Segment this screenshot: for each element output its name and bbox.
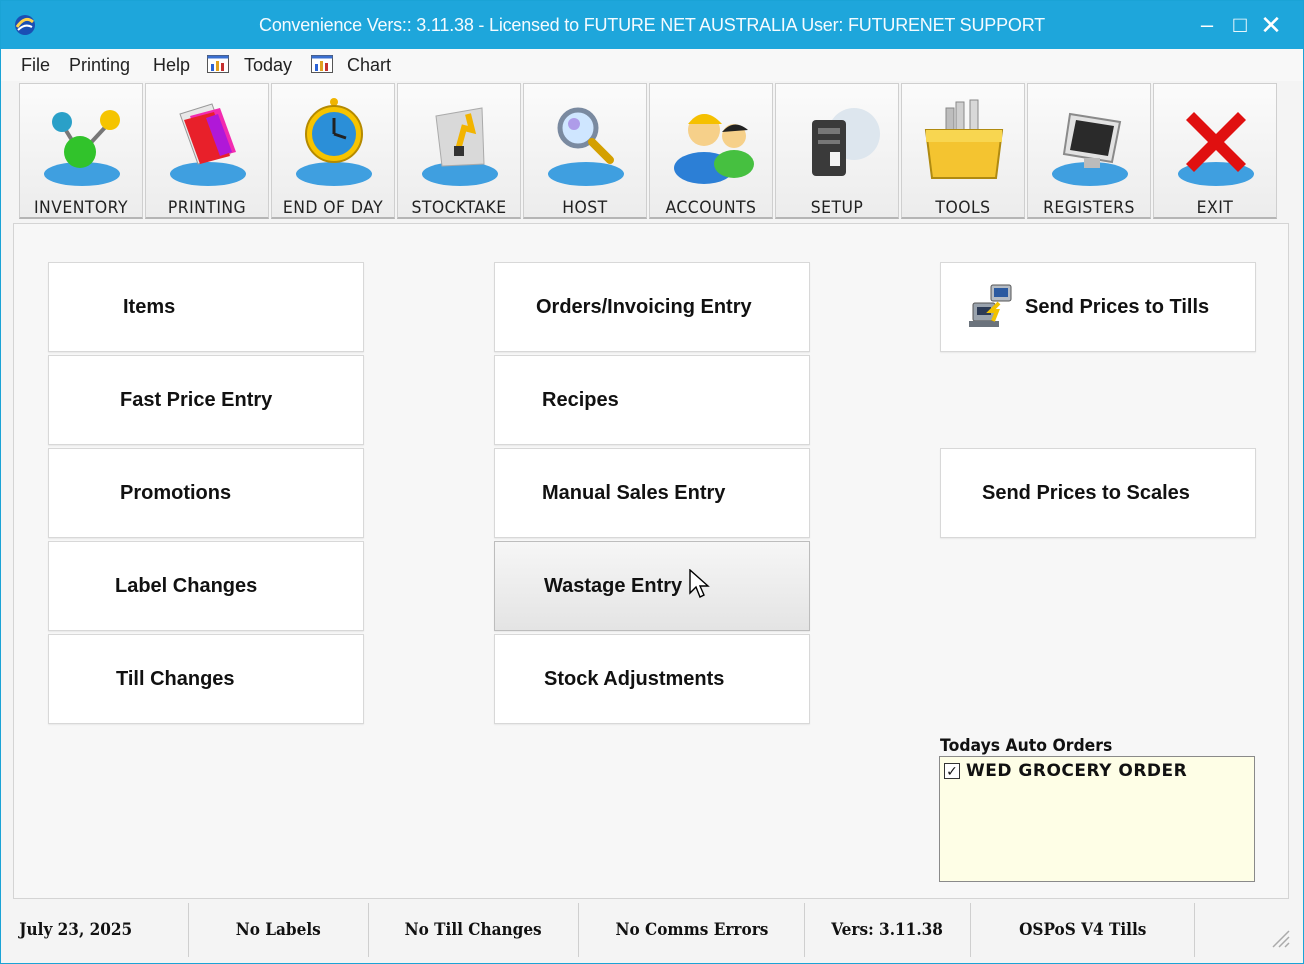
maximize-button[interactable]: □ bbox=[1226, 11, 1254, 39]
button-label: Recipes bbox=[542, 388, 619, 411]
wastage-entry-button[interactable]: Wastage Entry bbox=[494, 541, 810, 631]
button-label: Label Changes bbox=[115, 574, 258, 597]
status-date-text: July 23, 2025 bbox=[19, 920, 133, 940]
toolbar-label: EXIT bbox=[1196, 198, 1234, 218]
auto-orders-list: ✓ WED GROCERY ORDER bbox=[939, 756, 1255, 882]
send-prices-to-tills-button[interactable]: Send Prices to Tills bbox=[940, 262, 1256, 352]
menu-file[interactable]: File bbox=[21, 55, 50, 76]
menu-bar: File Printing Help Today Chart bbox=[1, 49, 1303, 81]
toolbar-label: INVENTORY bbox=[33, 198, 129, 218]
resize-grip-icon[interactable] bbox=[1267, 925, 1291, 949]
status-comms-text: No Comms Errors bbox=[615, 920, 768, 940]
main-toolbar: INVENTORY PRINTING END OF DAY STOCKTAKE … bbox=[15, 83, 1285, 221]
menu-printing[interactable]: Printing bbox=[69, 55, 130, 76]
orders-invoicing-entry-button[interactable]: Orders/Invoicing Entry bbox=[494, 262, 810, 352]
manual-sales-entry-button[interactable]: Manual Sales Entry bbox=[494, 448, 810, 538]
printing-icon bbox=[170, 103, 246, 186]
button-label: Till Changes bbox=[116, 667, 235, 690]
button-label: Send Prices to Tills bbox=[1025, 295, 1210, 318]
status-comms: No Comms Errors bbox=[579, 903, 805, 957]
status-tills: OSPoS V4 Tills bbox=[971, 903, 1195, 957]
title-bar: Convenience Vers:: 3.11.38 - Licensed to… bbox=[1, 1, 1303, 49]
button-label: Send Prices to Scales bbox=[982, 481, 1190, 504]
toolbar-label: END OF DAY bbox=[282, 198, 384, 218]
menu-today[interactable]: Today bbox=[244, 55, 292, 76]
toolbar-host-button[interactable]: HOST bbox=[523, 83, 647, 219]
toolbar-setup-button[interactable]: SETUP bbox=[775, 83, 899, 219]
button-label: Fast Price Entry bbox=[120, 388, 273, 411]
status-bar: July 23, 2025 No Labels No Till Changes … bbox=[1, 903, 1303, 961]
end-of-day-clock-icon bbox=[296, 98, 372, 186]
minimize-button[interactable]: – bbox=[1193, 11, 1221, 39]
toolbar-accounts-button[interactable]: ACCOUNTS bbox=[649, 83, 773, 219]
main-panel: Items Fast Price Entry Promotions Label … bbox=[13, 223, 1289, 899]
button-label: Orders/Invoicing Entry bbox=[536, 295, 752, 318]
toolbar-inventory-button[interactable]: INVENTORY bbox=[19, 83, 143, 219]
close-button[interactable]: ✕ bbox=[1257, 11, 1285, 39]
toolbar-end-of-day-button[interactable]: END OF DAY bbox=[271, 83, 395, 219]
button-label: Promotions bbox=[120, 481, 232, 504]
mouse-cursor-icon bbox=[689, 569, 710, 598]
toolbar-tools-button[interactable]: TOOLS bbox=[901, 83, 1025, 219]
toolbar-label: STOCKTAKE bbox=[411, 198, 507, 218]
promotions-button[interactable]: Promotions bbox=[48, 448, 364, 538]
tools-toolbox-icon bbox=[924, 99, 1004, 179]
recipes-button[interactable]: Recipes bbox=[494, 355, 810, 445]
button-label: Manual Sales Entry bbox=[542, 481, 726, 504]
exit-x-icon bbox=[1178, 112, 1254, 186]
toolbar-label: PRINTING bbox=[167, 198, 247, 218]
window-title: Convenience Vers:: 3.11.38 - Licensed to… bbox=[259, 15, 1045, 35]
toolbar-label: REGISTERS bbox=[1043, 198, 1135, 218]
fast-price-entry-button[interactable]: Fast Price Entry bbox=[48, 355, 364, 445]
app-window: Convenience Vers:: 3.11.38 - Licensed to… bbox=[0, 0, 1304, 964]
status-date: July 23, 2025 bbox=[1, 903, 189, 957]
label-changes-button[interactable]: Label Changes bbox=[48, 541, 364, 631]
send-prices-to-scales-button[interactable]: Send Prices to Scales bbox=[940, 448, 1256, 538]
inventory-icon bbox=[44, 110, 120, 186]
toolbar-printing-button[interactable]: PRINTING bbox=[145, 83, 269, 219]
menu-chart[interactable]: Chart bbox=[347, 55, 391, 76]
items-button[interactable]: Items bbox=[48, 262, 364, 352]
send-to-tills-icon bbox=[969, 284, 1012, 327]
setup-computer-icon bbox=[812, 108, 880, 176]
today-chart-icon[interactable] bbox=[207, 55, 229, 73]
toolbar-label: ACCOUNTS bbox=[665, 198, 757, 218]
list-item[interactable]: ✓ WED GROCERY ORDER bbox=[944, 761, 1187, 781]
till-changes-button[interactable]: Till Changes bbox=[48, 634, 364, 724]
status-tills-text: OSPoS V4 Tills bbox=[1018, 920, 1147, 940]
status-labels: No Labels bbox=[189, 903, 369, 957]
toolbar-label: TOOLS bbox=[935, 198, 991, 218]
toolbar-stocktake-button[interactable]: STOCKTAKE bbox=[397, 83, 521, 219]
status-till-changes: No Till Changes bbox=[369, 903, 579, 957]
button-label: Wastage Entry bbox=[544, 574, 683, 597]
stock-adjustments-button[interactable]: Stock Adjustments bbox=[494, 634, 810, 724]
toolbar-label: SETUP bbox=[810, 198, 864, 218]
status-labels-text: No Labels bbox=[235, 920, 322, 940]
button-label: Stock Adjustments bbox=[544, 667, 725, 690]
auto-orders-label: Todays Auto Orders bbox=[940, 736, 1113, 756]
stocktake-icon bbox=[422, 107, 498, 186]
host-magnifier-icon bbox=[548, 107, 624, 186]
auto-order-label: WED GROCERY ORDER bbox=[966, 761, 1188, 781]
toolbar-label: HOST bbox=[562, 198, 608, 218]
status-version-text: Vers: 3.11.38 bbox=[831, 920, 944, 940]
button-label: Items bbox=[123, 295, 176, 318]
status-version: Vers: 3.11.38 bbox=[805, 903, 971, 957]
menu-help[interactable]: Help bbox=[153, 55, 190, 76]
registers-monitor-icon bbox=[1052, 112, 1128, 186]
toolbar-exit-button[interactable]: EXIT bbox=[1153, 83, 1277, 219]
toolbar-registers-button[interactable]: REGISTERS bbox=[1027, 83, 1151, 219]
auto-order-checkbox[interactable]: ✓ bbox=[944, 763, 960, 779]
chart-icon[interactable] bbox=[311, 55, 333, 73]
accounts-users-icon bbox=[674, 114, 754, 184]
status-till-changes-text: No Till Changes bbox=[404, 920, 543, 940]
